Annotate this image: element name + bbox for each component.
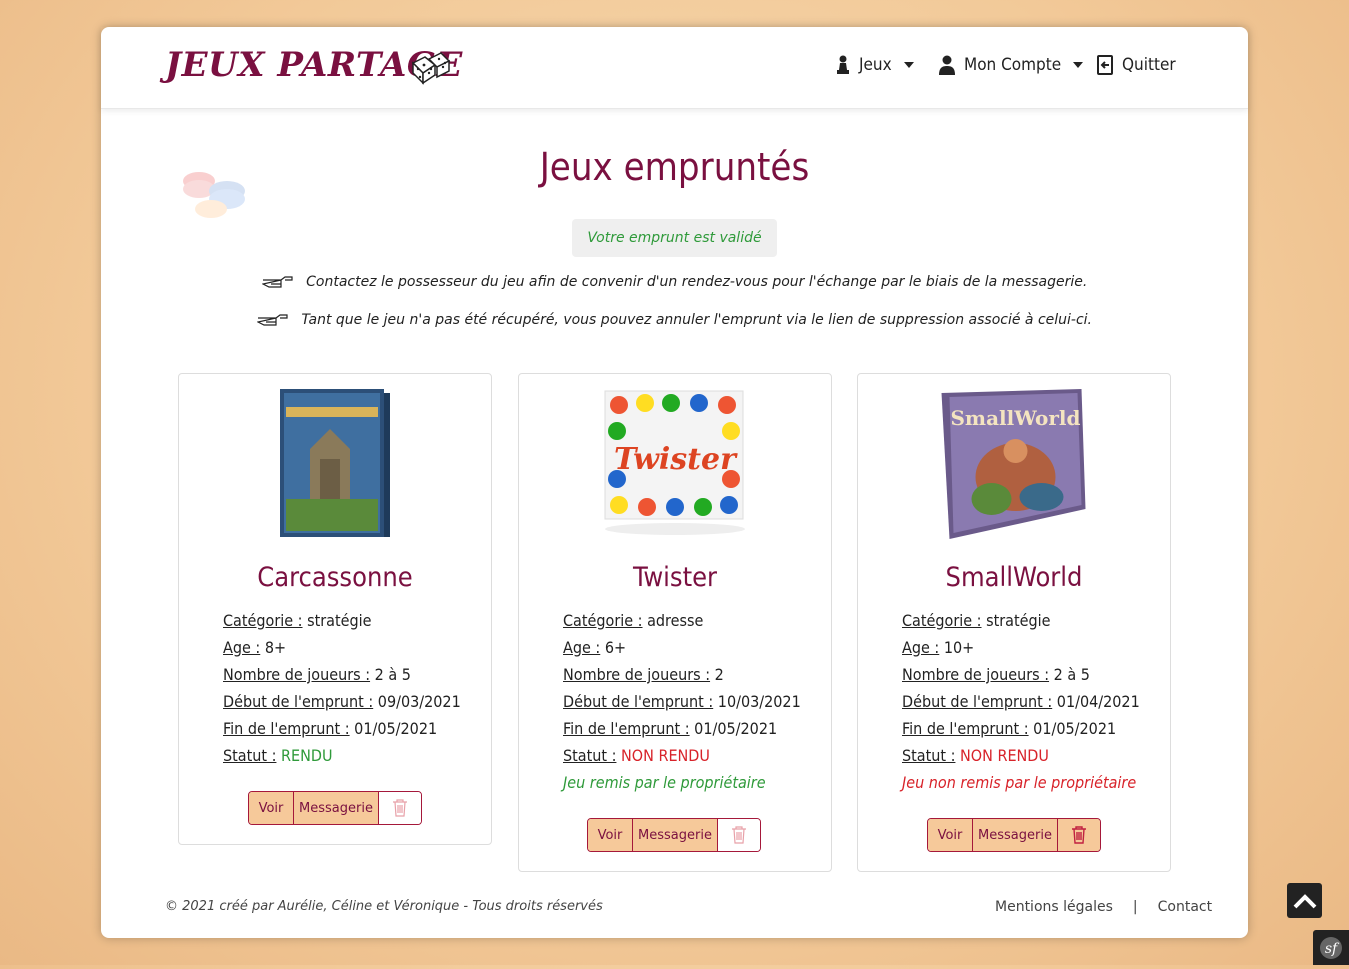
value-age: 6+: [604, 638, 627, 657]
label-age: Age :: [563, 638, 601, 657]
game-card: Twister Twister Catégorie : adresse Age …: [518, 373, 832, 872]
svg-text:Twister: Twister: [614, 442, 738, 477]
svg-text:SmallWorld: SmallWorld: [950, 406, 1080, 430]
symfony-icon: sf: [1320, 937, 1342, 959]
symfony-toolbar-button[interactable]: sf: [1313, 930, 1349, 965]
trash-icon: [1072, 826, 1086, 844]
nav-compte-dropdown[interactable]: Mon Compte: [938, 55, 1084, 75]
scroll-to-top-button[interactable]: [1287, 883, 1322, 918]
chevron-up-icon: [1293, 893, 1316, 908]
info-line-1: Contactez le possesseur du jeu afin de c…: [101, 274, 1248, 290]
value-debut: 10/03/2021: [717, 692, 801, 711]
remis-status: Jeu remis par le propriétaire: [563, 773, 766, 792]
remis-status: Jeu non remis par le propriétaire: [902, 773, 1137, 792]
user-icon: [939, 55, 955, 75]
game-details: Catégorie : stratégie Age : 10+ Nombre d…: [902, 611, 1140, 800]
label-debut: Début de l'emprunt :: [902, 692, 1053, 711]
status-badge: RENDU: [281, 746, 333, 765]
voir-button[interactable]: Voir: [928, 819, 973, 851]
carcassonne-box-image: [280, 389, 390, 537]
status-badge: NON RENDU: [621, 746, 710, 765]
game-card: Carcassonne Catégorie : stratégie Age : …: [178, 373, 492, 845]
footer-copyright: © 2021 créé par Aurélie, Céline et Véron…: [165, 899, 603, 914]
nav-jeux-label: Jeux: [859, 55, 892, 75]
info-line-2: Tant que le jeu n'a pas été récupéré, vo…: [101, 312, 1248, 328]
card-actions: Voir Messagerie: [927, 818, 1101, 852]
card-actions: Voir Messagerie: [587, 818, 761, 852]
delete-button[interactable]: [1058, 819, 1100, 851]
value-debut: 09/03/2021: [377, 692, 461, 711]
trash-icon: [393, 799, 407, 817]
label-fin: Fin de l'emprunt :: [223, 719, 350, 738]
chevron-down-icon: [903, 62, 914, 68]
page-title: Jeux empruntés: [539, 145, 810, 189]
label-debut: Début de l'emprunt :: [563, 692, 714, 711]
value-age: 8+: [264, 638, 287, 657]
value-age: 10+: [943, 638, 975, 657]
label-joueurs: Nombre de joueurs :: [902, 665, 1050, 684]
pointing-hand-icon: [256, 314, 288, 326]
game-details: Catégorie : adresse Age : 6+ Nombre de j…: [563, 611, 801, 800]
alert-text: Votre emprunt est validé: [587, 230, 762, 246]
mentions-legales-link[interactable]: Mentions légales: [995, 899, 1113, 915]
label-debut: Début de l'emprunt :: [223, 692, 374, 711]
label-age: Age :: [902, 638, 940, 657]
value-categorie: adresse: [647, 611, 704, 630]
label-categorie: Catégorie :: [902, 611, 982, 630]
nav-jeux-dropdown[interactable]: Jeux: [835, 55, 914, 75]
logout-icon: [1097, 55, 1113, 75]
game-card: SmallWorld SmallWorld Catégorie : straté…: [857, 373, 1171, 872]
messagerie-button[interactable]: Messagerie: [633, 819, 718, 851]
contact-link[interactable]: Contact: [1158, 899, 1212, 915]
voir-button[interactable]: Voir: [249, 792, 294, 824]
nav-quitter-link[interactable]: Quitter: [1096, 55, 1176, 75]
label-categorie: Catégorie :: [223, 611, 303, 630]
label-age: Age :: [223, 638, 261, 657]
delete-button[interactable]: [379, 792, 421, 824]
label-statut: Statut :: [223, 746, 277, 765]
info-text-1: Contactez le possesseur du jeu afin de c…: [306, 274, 1088, 290]
status-badge: NON RENDU: [960, 746, 1049, 765]
value-debut: 01/04/2021: [1056, 692, 1140, 711]
value-fin: 01/05/2021: [694, 719, 778, 738]
value-fin: 01/05/2021: [354, 719, 438, 738]
voir-button[interactable]: Voir: [588, 819, 633, 851]
pawn-icon: [837, 55, 849, 74]
label-categorie: Catégorie :: [563, 611, 643, 630]
delete-button[interactable]: [718, 819, 760, 851]
success-alert: Votre emprunt est validé: [572, 219, 777, 257]
messagerie-button[interactable]: Messagerie: [294, 792, 379, 824]
card-actions: Voir Messagerie: [248, 791, 422, 825]
value-categorie: stratégie: [986, 611, 1051, 630]
navbar: Jeux partage Jeux Mon Compte: [101, 27, 1248, 109]
messagerie-button[interactable]: Messagerie: [973, 819, 1058, 851]
info-text-2: Tant que le jeu n'a pas été récupéré, vo…: [301, 312, 1093, 328]
value-joueurs: 2 à 5: [374, 665, 411, 684]
footer-separator: |: [1132, 899, 1138, 915]
label-joueurs: Nombre de joueurs :: [563, 665, 711, 684]
twister-box-image: Twister: [604, 390, 745, 535]
dice-icon: [411, 52, 451, 85]
nav-quitter-label: Quitter: [1122, 55, 1176, 75]
game-name: Twister: [632, 562, 718, 593]
trash-icon: [732, 826, 746, 844]
label-statut: Statut :: [902, 746, 956, 765]
label-fin: Fin de l'emprunt :: [563, 719, 690, 738]
pointing-hand-icon: [260, 276, 293, 288]
value-joueurs: 2: [714, 665, 724, 684]
value-fin: 01/05/2021: [1033, 719, 1117, 738]
chevron-down-icon: [1073, 62, 1084, 68]
footer-links: Mentions légales | Contact: [995, 899, 1212, 915]
value-categorie: stratégie: [307, 611, 372, 630]
game-details: Catégorie : stratégie Age : 8+ Nombre de…: [223, 611, 461, 773]
value-joueurs: 2 à 5: [1053, 665, 1090, 684]
game-name: Carcassonne: [257, 562, 413, 593]
label-statut: Statut :: [563, 746, 617, 765]
smallworld-box-image: SmallWorld: [941, 389, 1086, 539]
label-fin: Fin de l'emprunt :: [902, 719, 1029, 738]
main-panel: Jeux partage Jeux Mon Compte: [101, 27, 1248, 938]
game-name: SmallWorld: [945, 562, 1083, 593]
label-joueurs: Nombre de joueurs :: [223, 665, 371, 684]
nav-compte-label: Mon Compte: [964, 55, 1062, 75]
